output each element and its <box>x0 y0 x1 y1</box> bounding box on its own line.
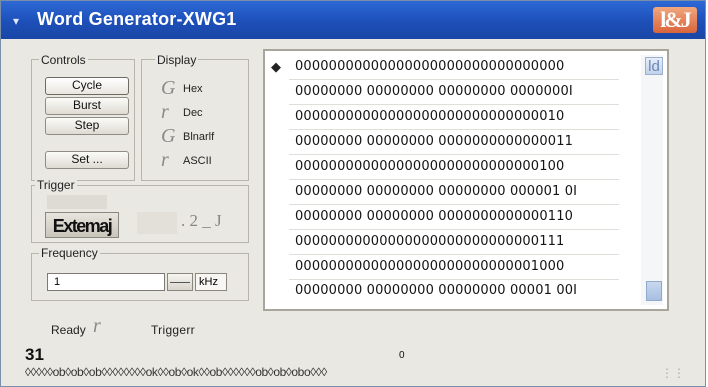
word-row[interactable]: 00000000000000000000000000001000 <box>295 259 564 274</box>
radio-binary-label: Blnarlf <box>183 130 215 143</box>
trigger-external-button[interactable]: Extemaj <box>45 212 119 238</box>
radio-dec[interactable]: r Dec <box>161 101 203 124</box>
status-ready-indicator: r <box>93 315 101 337</box>
radio-binary-indicator: G <box>161 125 176 147</box>
frequency-label: Frequency <box>39 246 100 260</box>
output-bit-indicators: ◊◊◊◊◊ob◊ob◊ob◊◊◊◊◊◊◊◊ok◊◊ob◊ok◊◊ob◊◊◊◊◊◊… <box>25 365 327 379</box>
set-button[interactable]: Set ... <box>45 151 129 169</box>
trigger-edge-ghost <box>137 212 177 234</box>
row-divider <box>289 229 619 230</box>
word-data-list[interactable]: ◆ 00000000000000000000000000000000 00000… <box>263 49 669 311</box>
frequency-input[interactable]: 1 <box>47 273 165 291</box>
status-trigger-label: Triggerr <box>151 323 195 337</box>
display-label: Display <box>155 53 199 67</box>
vertical-scrollbar[interactable] <box>641 55 663 305</box>
word-row[interactable]: 00000000 00000000 00000000 000001 0I <box>295 184 577 199</box>
title-bar[interactable]: ▾ Word Generator-XWG1 l&J <box>1 1 705 39</box>
row-divider <box>289 279 619 280</box>
radio-hex-label: Hex <box>183 82 203 95</box>
word-row[interactable]: 00000000 00000000 00000000 0000000I <box>295 84 573 99</box>
word-row[interactable]: 00000000000000000000000000000010 <box>295 109 564 124</box>
controls-label: Controls <box>39 53 88 67</box>
radio-hex[interactable]: G Hex <box>161 77 203 100</box>
radio-dec-label: Dec <box>183 106 203 119</box>
row-divider <box>289 204 619 205</box>
row-divider <box>289 79 619 80</box>
row-divider <box>289 129 619 130</box>
word-row[interactable]: 00000000 00000000 0000000000000011 <box>295 134 573 149</box>
word-row[interactable]: 00000000000000000000000000000111 <box>295 234 564 249</box>
burst-button[interactable]: Burst <box>45 97 129 115</box>
cycle-button[interactable]: Cycle <box>45 77 129 95</box>
resize-grip-icon[interactable]: ⋮⋮ <box>661 366 685 380</box>
close-button[interactable]: l&J <box>653 7 697 33</box>
word-row[interactable]: 00000000 00000000 00000000 00001 00I <box>295 283 577 298</box>
trigger-label: Trigger <box>35 178 77 192</box>
bit-index-low: 0 <box>399 350 405 361</box>
window-title: Word Generator-XWG1 <box>37 9 237 29</box>
bit-index-high: 31 <box>25 345 44 364</box>
word-row[interactable]: 00000000000000000000000000000100 <box>295 159 564 174</box>
word-row[interactable]: 00000000 00000000 0000000000000110 <box>295 209 573 224</box>
row-divider <box>289 104 619 105</box>
frequency-spinner[interactable] <box>167 273 193 291</box>
word-row[interactable]: 00000000000000000000000000000000 <box>295 59 564 74</box>
radio-hex-indicator: G <box>161 77 176 99</box>
trigger-internal-ghost <box>47 195 107 209</box>
scroll-thumb[interactable] <box>646 281 662 301</box>
scroll-up-button[interactable]: ld <box>645 57 663 75</box>
status-ready-label: Ready <box>51 323 86 337</box>
radio-ascii-indicator: r <box>161 149 169 171</box>
row-divider <box>289 179 619 180</box>
app-icon: ▾ <box>13 14 20 28</box>
radio-dec-indicator: r <box>161 101 169 123</box>
trigger-pattern-field[interactable]: . 2 _ J <box>181 211 241 235</box>
step-button[interactable]: Step <box>45 117 129 135</box>
current-row-marker-icon: ◆ <box>271 59 281 74</box>
radio-binary[interactable]: G Blnarlf <box>161 125 214 148</box>
frequency-unit-select[interactable]: kHz <box>195 273 227 291</box>
row-divider <box>289 154 619 155</box>
radio-ascii[interactable]: r ASCII <box>161 149 212 172</box>
row-divider <box>289 254 619 255</box>
spinner-divider <box>170 282 190 283</box>
radio-ascii-label: ASCII <box>183 154 212 167</box>
word-generator-window: ▾ Word Generator-XWG1 l&J Controls Cycle… <box>0 0 706 387</box>
